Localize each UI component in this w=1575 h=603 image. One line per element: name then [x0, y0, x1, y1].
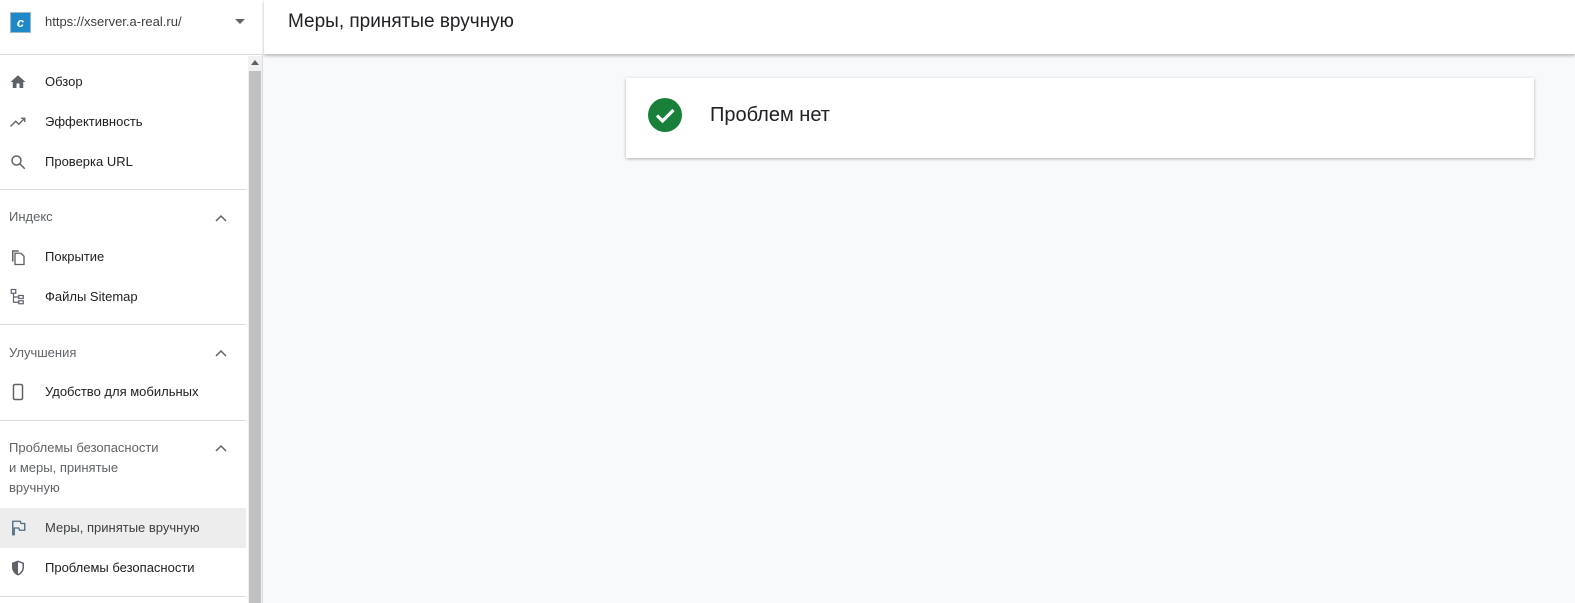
- chevron-up-icon[interactable]: [215, 349, 227, 357]
- navigation: Обзор Эффективность Проверка URL Индекс …: [0, 56, 246, 603]
- nav-item-label: Обзор: [45, 74, 83, 89]
- page-title: Меры, принятые вручную: [288, 11, 514, 32]
- dropdown-arrow-icon[interactable]: [235, 19, 245, 24]
- section-title-security-line-2: и меры, принятые: [9, 460, 119, 475]
- section-title-enhancements: Улучшения: [9, 345, 77, 360]
- check-circle-icon: [648, 98, 682, 132]
- nav-item-sitemaps[interactable]: Файлы Sitemap: [0, 277, 246, 317]
- divider: [0, 189, 246, 190]
- trending-up-icon: [10, 117, 26, 127]
- scroll-up-arrow-icon[interactable]: [251, 60, 259, 65]
- divider: [0, 596, 246, 597]
- property-url: https://xserver.a-real.ru/: [45, 14, 182, 29]
- sidebar: c https://xserver.a-real.ru/ Обзор Эффек…: [0, 0, 263, 603]
- nav-item-label: Эффективность: [45, 114, 143, 129]
- site-logo-icon: c: [10, 12, 31, 33]
- nav-item-overview[interactable]: Обзор: [0, 62, 246, 102]
- divider: [0, 420, 246, 421]
- nav-item-label: Меры, принятые вручную: [45, 520, 200, 535]
- divider: [0, 324, 246, 325]
- sitemap-icon: [10, 288, 24, 305]
- shield-icon: [12, 560, 24, 576]
- chevron-up-icon[interactable]: [215, 214, 227, 222]
- nav-item-manual-actions[interactable]: Меры, принятые вручную: [0, 508, 246, 548]
- page-header: Меры, принятые вручную: [264, 0, 1575, 54]
- section-title-security-line-3: вручную: [9, 480, 60, 495]
- flag-icon: [12, 520, 26, 536]
- search-icon: [11, 155, 26, 170]
- home-icon: [10, 75, 26, 88]
- status-message: Проблем нет: [710, 104, 830, 126]
- nav-item-mobile-usability[interactable]: Удобство для мобильных: [0, 372, 246, 412]
- smartphone-icon: [12, 383, 24, 401]
- pages-icon: [12, 250, 25, 266]
- scrollbar-thumb[interactable]: [249, 71, 261, 603]
- sidebar-scrollbar[interactable]: [248, 56, 262, 603]
- property-selector[interactable]: c https://xserver.a-real.ru/: [0, 0, 263, 55]
- section-title-index: Индекс: [9, 209, 53, 224]
- nav-item-url-inspection[interactable]: Проверка URL: [0, 142, 246, 182]
- section-title-security-line-1: Проблемы безопасности: [9, 440, 159, 455]
- nav-item-performance[interactable]: Эффективность: [0, 102, 246, 142]
- nav-item-coverage[interactable]: Покрытие: [0, 237, 246, 277]
- nav-item-label: Проблемы безопасности: [45, 560, 195, 575]
- nav-item-label: Удобство для мобильных: [45, 384, 199, 399]
- nav-item-label: Покрытие: [45, 249, 105, 264]
- chevron-up-icon[interactable]: [215, 444, 227, 452]
- nav-item-label: Проверка URL: [45, 154, 133, 169]
- nav-item-label: Файлы Sitemap: [45, 289, 138, 304]
- nav-item-security-issues[interactable]: Проблемы безопасности: [0, 548, 246, 588]
- status-card: Проблем нет: [626, 78, 1534, 158]
